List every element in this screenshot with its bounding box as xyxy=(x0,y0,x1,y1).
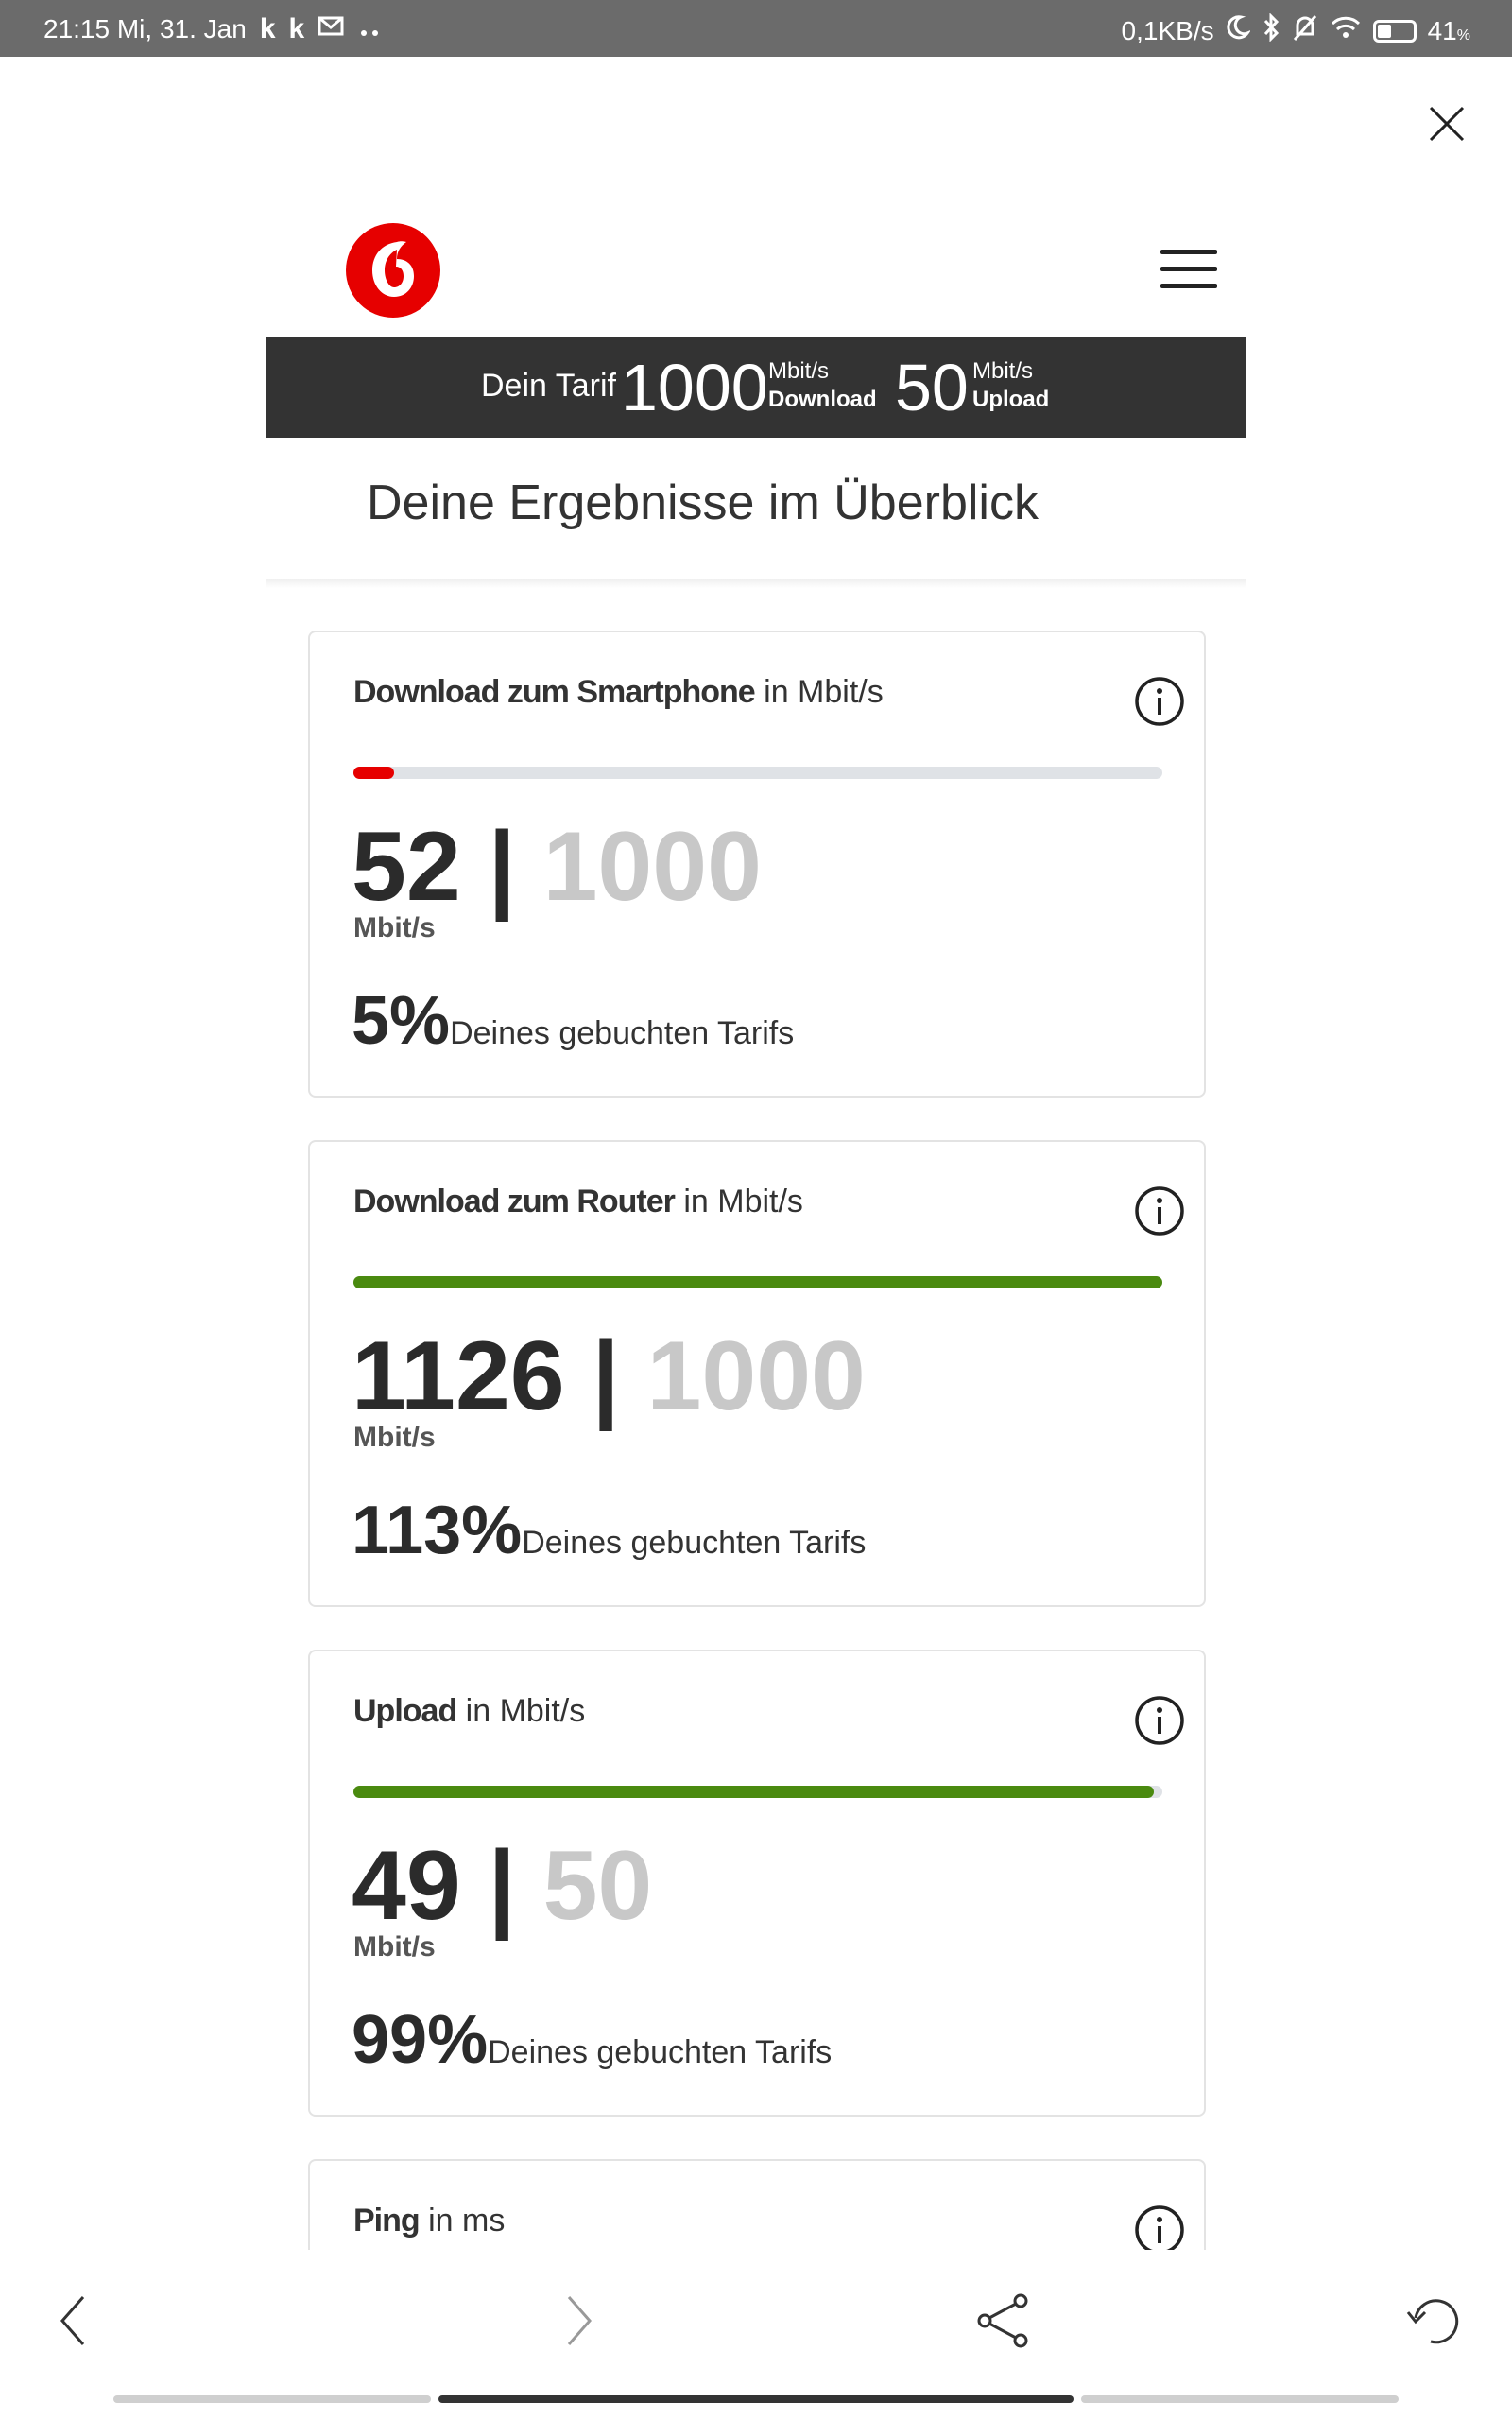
speed-value: 49 | 50 xyxy=(352,1831,653,1941)
speed-value: 52 | 1000 xyxy=(352,812,762,922)
network-speed: 0,1KB/s xyxy=(1121,15,1214,45)
tariff-label: Dein Tarif xyxy=(481,368,616,404)
divider xyxy=(266,579,1246,588)
browser-bottom-toolbar xyxy=(0,2250,1512,2382)
bluetooth-icon xyxy=(1262,12,1280,48)
speed-unit: Mbit/s xyxy=(353,1931,436,1962)
tariff-download-unit: Mbit/s Download xyxy=(768,358,877,412)
progress-bar xyxy=(353,1276,1162,1288)
close-icon xyxy=(1429,106,1465,142)
mail-icon xyxy=(318,14,346,44)
app-notification-icon: k xyxy=(288,13,305,44)
tariff-upload-unit: Mbit/s Upload xyxy=(972,358,1050,412)
result-card-upload: Upload in Mbit/s 49 | 50 Mbit/s 99%Deine… xyxy=(308,1650,1206,2117)
vodafone-logo xyxy=(344,221,442,320)
tariff-upload-value: 50 xyxy=(895,351,969,424)
close-button[interactable] xyxy=(1423,100,1470,147)
info-button[interactable] xyxy=(1134,1185,1185,1236)
status-bar: 21:15 Mi, 31. Jan k k 0,1KB/s 41% xyxy=(0,0,1512,57)
chevron-right-icon xyxy=(567,2296,592,2345)
card-title: Upload in Mbit/s xyxy=(353,1693,586,1729)
card-title: Download zum Smartphone in Mbit/s xyxy=(353,674,884,710)
result-card-download-smartphone: Download zum Smartphone in Mbit/s 52 | 1… xyxy=(308,631,1206,1098)
info-icon xyxy=(1135,2205,1184,2255)
tab-indicator xyxy=(113,2395,431,2403)
chevron-left-icon xyxy=(60,2296,85,2345)
progress-bar xyxy=(353,1786,1162,1798)
wifi-icon xyxy=(1330,15,1362,46)
progress-bar-fill xyxy=(353,1276,1162,1288)
card-title: Ping in ms xyxy=(353,2203,506,2238)
progress-bar-fill xyxy=(353,1786,1155,1798)
tariff-banner: Dein Tarif 1000 Mbit/s Download 50 Mbit/s… xyxy=(266,337,1246,438)
tariff-download-value: 1000 xyxy=(621,351,768,424)
speed-value: 1126 | 1000 xyxy=(352,1322,866,1431)
tab-indicator xyxy=(1081,2395,1399,2403)
tab-indicator-active xyxy=(438,2395,1074,2403)
info-button[interactable] xyxy=(1134,2204,1185,2256)
percent-of-tariff: 113%Deines gebuchten Tarifs xyxy=(352,1493,867,1568)
hamburger-menu-button[interactable] xyxy=(1160,250,1217,291)
do-not-disturb-moon-icon xyxy=(1226,14,1251,47)
info-button[interactable] xyxy=(1134,676,1185,727)
share-button[interactable] xyxy=(971,2288,1038,2354)
more-notifications-icon xyxy=(359,14,382,44)
info-button[interactable] xyxy=(1134,1695,1185,1746)
percent-of-tariff: 99%Deines gebuchten Tarifs xyxy=(352,2002,833,2078)
forward-button[interactable] xyxy=(544,2288,610,2354)
result-card-download-router: Download zum Router in Mbit/s 1126 | 100… xyxy=(308,1140,1206,1607)
percent-of-tariff: 5%Deines gebuchten Tarifs xyxy=(352,983,795,1059)
card-title: Download zum Router in Mbit/s xyxy=(353,1184,803,1219)
progress-bar-fill xyxy=(353,767,394,779)
battery-level: 41% xyxy=(1427,15,1470,45)
info-icon xyxy=(1135,1186,1184,1236)
share-icon xyxy=(977,2293,1028,2348)
app-notification-icon: k xyxy=(259,13,276,44)
info-icon xyxy=(1135,677,1184,726)
back-button[interactable] xyxy=(42,2288,108,2354)
status-time-date: 21:15 Mi, 31. Jan xyxy=(43,14,247,43)
reload-icon xyxy=(1406,2299,1459,2344)
page-title: Deine Ergebnisse im Überblick xyxy=(367,475,1039,530)
info-icon xyxy=(1135,1696,1184,1745)
hamburger-menu-icon xyxy=(1160,250,1217,254)
speed-unit: Mbit/s xyxy=(353,912,436,943)
bell-off-icon xyxy=(1292,13,1318,48)
speed-unit: Mbit/s xyxy=(353,1422,436,1453)
reload-button[interactable] xyxy=(1402,2288,1469,2354)
progress-bar xyxy=(353,767,1162,779)
battery-icon xyxy=(1372,19,1417,43)
